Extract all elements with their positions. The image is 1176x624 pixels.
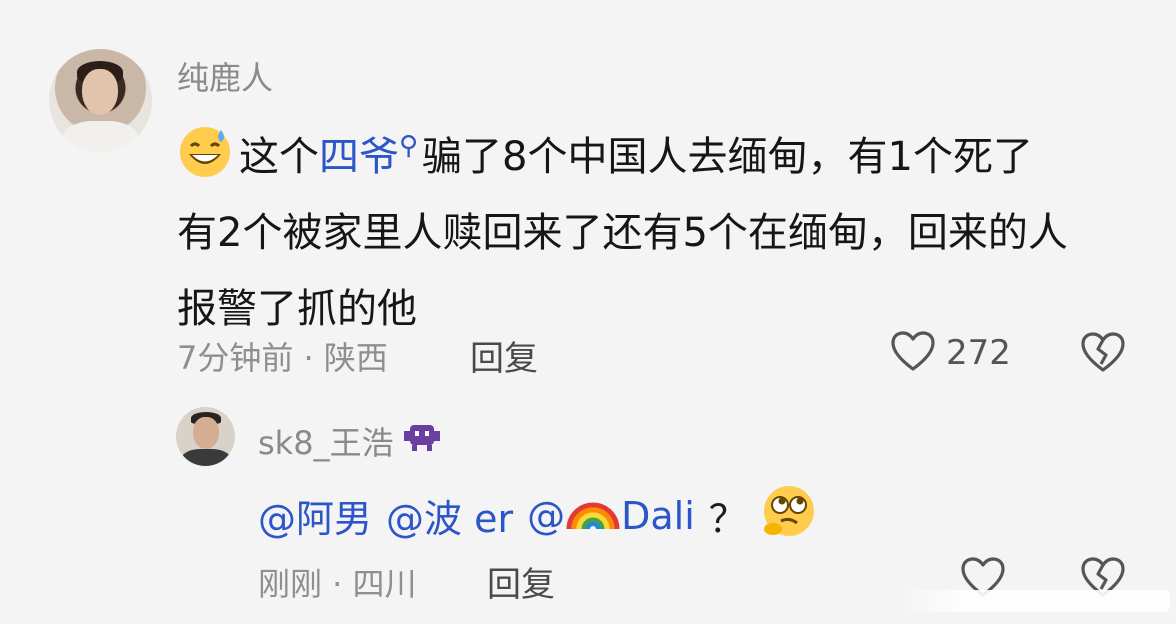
mention-link[interactable]: 四爷 — [319, 134, 399, 180]
mention-at: @ — [527, 493, 566, 538]
broken-heart-icon — [1080, 332, 1126, 377]
like-count: 272 — [946, 333, 1011, 373]
face-with-rolling-eyes-icon — [761, 483, 817, 548]
reply-suffix: ？ — [708, 497, 747, 541]
reply-text: @阿男 @波 er @ Dali ？ — [258, 483, 817, 548]
watermark-overlay — [900, 590, 1170, 612]
mention-link[interactable]: @阿男 — [258, 488, 372, 543]
comment-text-line2: 有2个被家里人赎回来了还有5个在缅甸，回来的人 — [177, 210, 1068, 256]
dislike-button[interactable] — [1080, 331, 1126, 377]
reply-button[interactable]: 回复 — [487, 557, 555, 606]
grinning-sweat-emoji-icon — [177, 124, 233, 180]
reply-username-row: sk8_王浩 — [258, 418, 442, 464]
comment-text-prefix: 这个 — [239, 134, 319, 180]
comment-meta: 7分钟前 · 陕西 — [177, 339, 388, 377]
reply-username[interactable]: sk8_王浩 — [258, 418, 394, 464]
alien-monster-icon — [402, 421, 442, 461]
comment-thread: 纯鹿人 这个四爷⚲ 骗了8个中国人去缅甸，有1个死了 有2个被家里人赎回来了还有5… — [0, 0, 1176, 624]
like-button[interactable]: 272 — [890, 331, 1011, 375]
comment-text-line1: 骗了8个中国人去缅甸，有1个死了 — [422, 134, 1033, 180]
reply-avatar[interactable] — [176, 407, 235, 466]
mention-name: Dali — [621, 493, 695, 538]
comment-text: 这个四爷⚲ 骗了8个中国人去缅甸，有1个死了 有2个被家里人赎回来了还有5个在缅甸… — [177, 108, 1157, 347]
avatar[interactable] — [49, 49, 152, 152]
reply-button[interactable]: 回复 — [470, 331, 538, 380]
mention-link[interactable]: @ Dali — [527, 491, 695, 540]
reply-meta: 刚刚 · 四川 — [258, 565, 417, 603]
rainbow-icon — [565, 491, 621, 540]
mention-link[interactable]: @波 er — [386, 488, 513, 543]
comment-username[interactable]: 纯鹿人 — [177, 53, 273, 99]
search-icon[interactable]: ⚲ — [399, 108, 418, 184]
heart-icon — [890, 330, 936, 376]
